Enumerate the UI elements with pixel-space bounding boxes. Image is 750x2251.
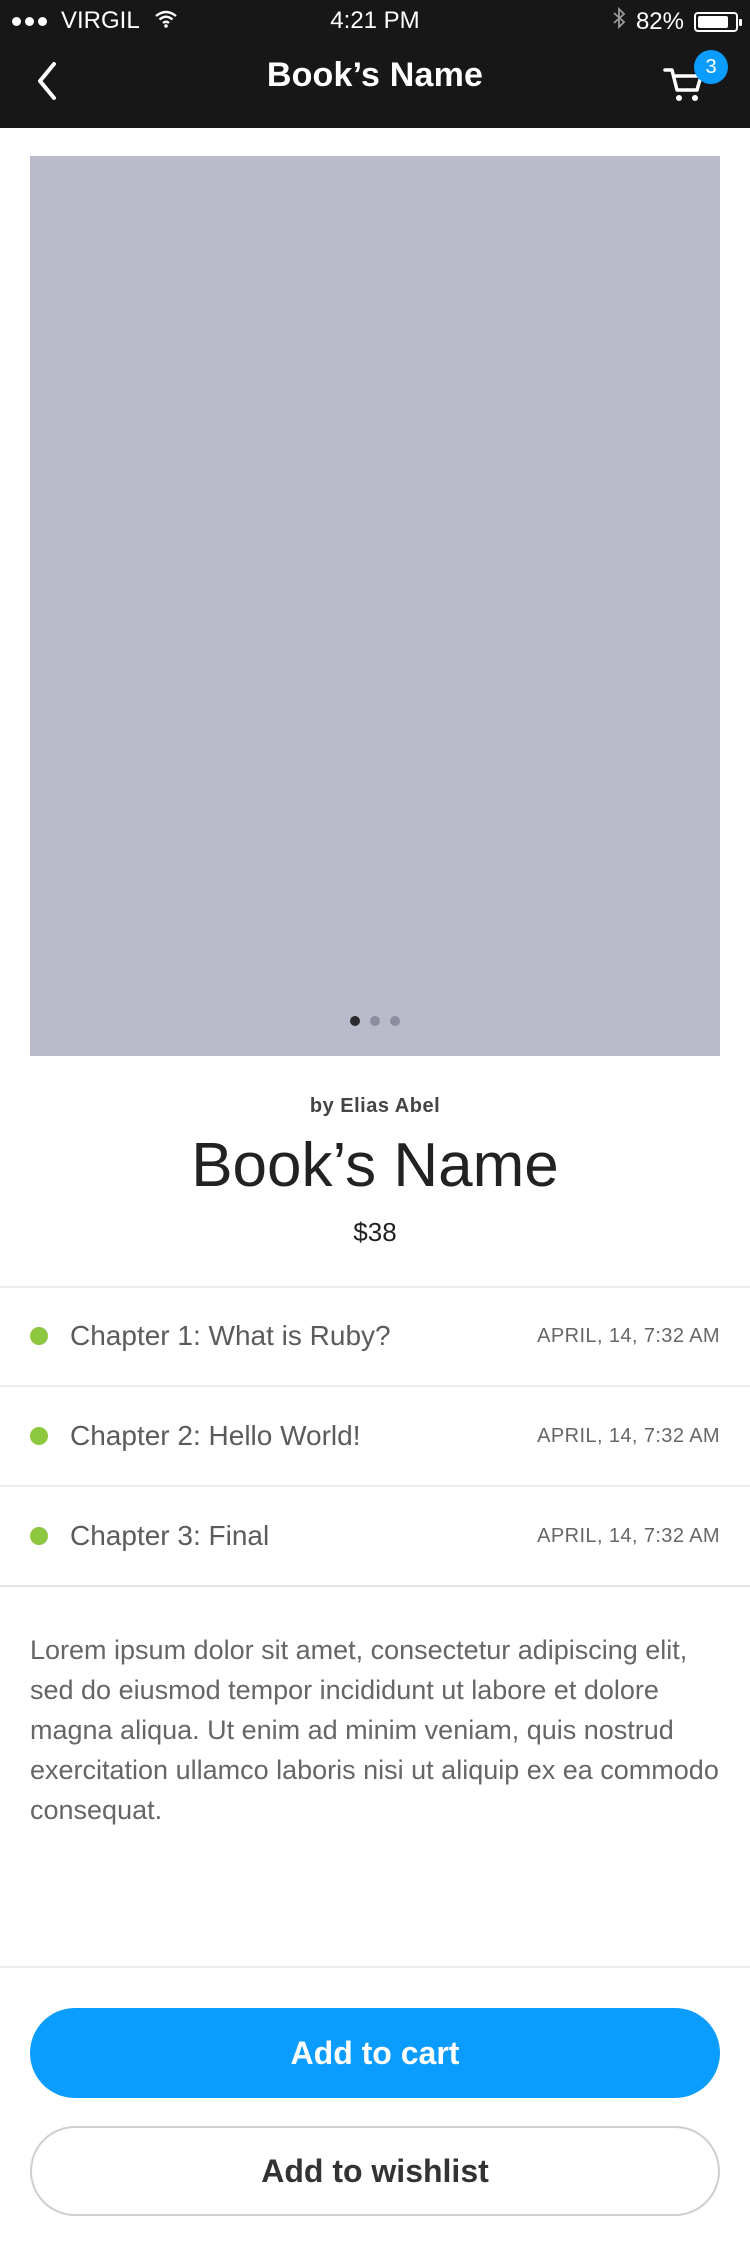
book-price: $38 (353, 1217, 397, 1247)
page-dot[interactable] (350, 1016, 360, 1026)
add-to-wishlist-button[interactable]: Add to wishlist (30, 2126, 720, 2216)
battery-icon (694, 11, 742, 32)
book-title: Book’s Name (191, 1131, 559, 1200)
chapter-list: Chapter 1: What is Ruby? APRIL, 14, 7:32… (0, 1287, 750, 1587)
chapter-date: APRIL, 14, 7:32 AM (537, 1424, 720, 1447)
add-to-cart-button[interactable]: Add to cart (30, 2008, 720, 2098)
book-author: by Elias Abel (309, 1095, 441, 1117)
book-cover-gallery[interactable] (30, 156, 720, 1056)
nav-title: Book’s Name (266, 56, 484, 94)
chapter-name: Chapter 2: Hello World! (70, 1420, 361, 1451)
status-right: 82% (612, 6, 742, 36)
chapter-item[interactable]: Chapter 2: Hello World! APRIL, 14, 7:32 … (0, 1387, 750, 1487)
chapter-name: Chapter 3: Final (70, 1520, 270, 1551)
page-dot[interactable] (390, 1016, 400, 1026)
chapter-name: Chapter 1: What is Ruby? (70, 1320, 391, 1351)
divider (0, 1966, 750, 1968)
chapter-item[interactable]: Chapter 3: Final APRIL, 14, 7:32 AM (0, 1487, 750, 1587)
cart-count-badge: 3 (694, 50, 728, 84)
status-bar: VIRGIL 4:21 PM 82% (0, 0, 750, 40)
chapter-item[interactable]: Chapter 1: What is Ruby? APRIL, 14, 7:32… (0, 1287, 750, 1387)
battery-percent: 82% (635, 7, 684, 35)
bluetooth-icon (612, 6, 626, 36)
status-dot-icon (30, 1527, 48, 1545)
top-bar: VIRGIL 4:21 PM 82% Book’s Name 3 (0, 0, 750, 128)
page-indicator[interactable] (30, 1016, 720, 1026)
book-description: Lorem ipsum dolor sit amet, consectetur … (30, 1635, 719, 1825)
page-dot[interactable] (370, 1016, 380, 1026)
chapter-date: APRIL, 14, 7:32 AM (537, 1324, 720, 1347)
status-dot-icon (30, 1427, 48, 1445)
chapter-date: APRIL, 14, 7:32 AM (537, 1524, 720, 1547)
status-dot-icon (30, 1327, 48, 1345)
